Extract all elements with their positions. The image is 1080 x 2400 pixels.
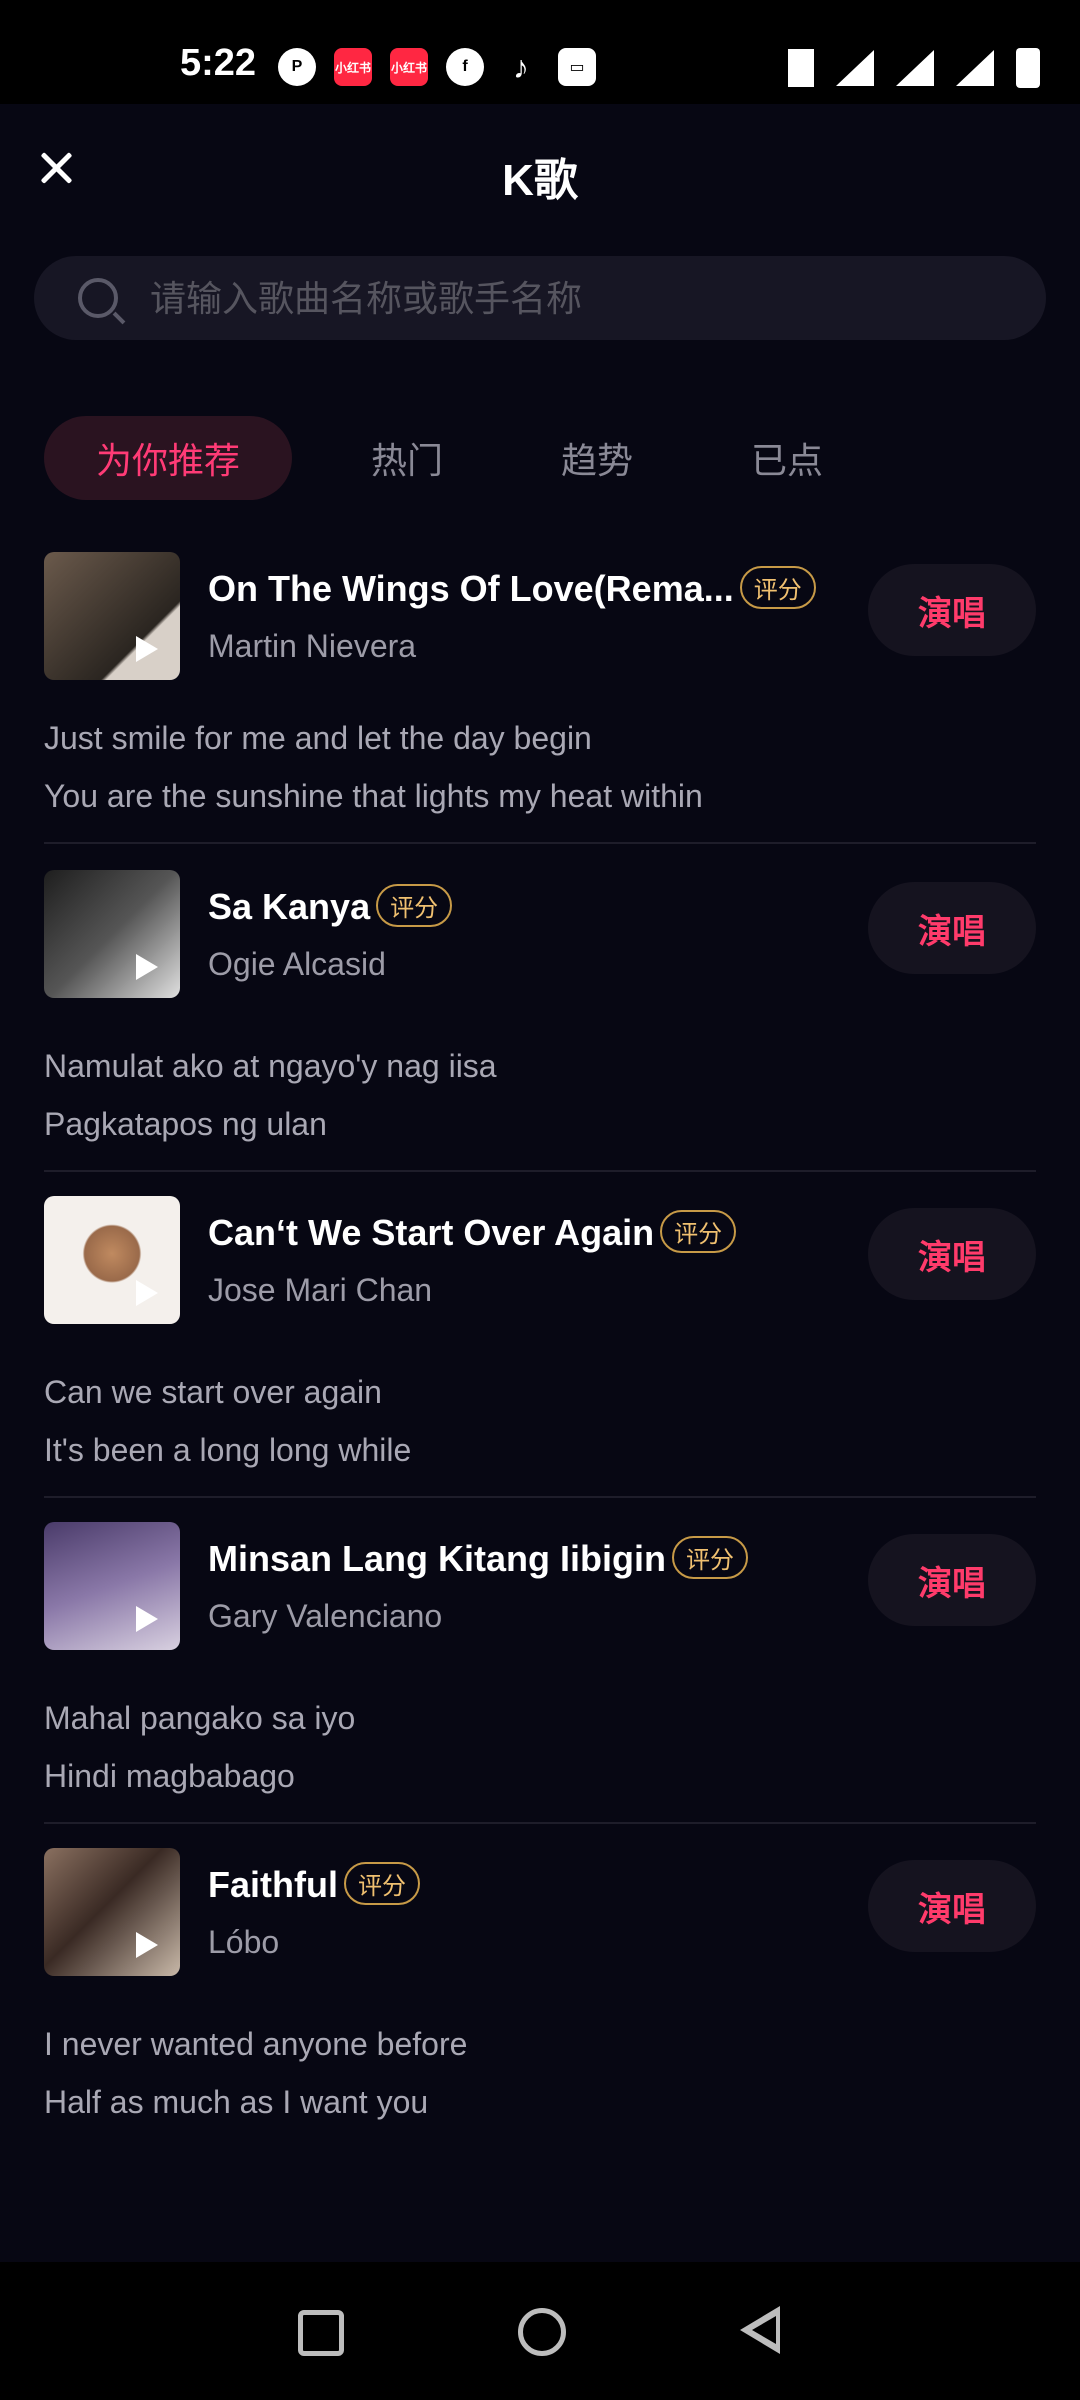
lyric-line: Mahal pangako sa iyo [44, 1700, 356, 1736]
song-item: Faithful 评分 Lóbo 演唱 I never wanted anyone… [44, 1848, 1036, 2128]
song-item: On The Wings Of Love(Rema... 评分 Martin Ni… [44, 552, 1036, 844]
p-icon: P [278, 48, 316, 86]
lyric-line: Pagkatapos ng ulan [44, 1106, 327, 1142]
signal-icon [896, 50, 934, 86]
search-icon [78, 278, 118, 318]
header: K歌 [0, 104, 1080, 244]
sing-button[interactable]: 演唱 [868, 1860, 1036, 1952]
song-title: On The Wings Of Love(Rema... 评分 [208, 565, 816, 613]
score-badge[interactable]: 评分 [376, 883, 453, 927]
play-icon[interactable] [136, 636, 158, 662]
xiaohongshu-icon: 小红书 [390, 48, 428, 86]
home-icon[interactable] [518, 2308, 566, 2356]
artist-name: Martin Nievera [208, 628, 417, 664]
wifi-icon [836, 50, 874, 86]
tab-bar: 为你推荐 热门 趋势 已点 [44, 416, 882, 500]
artist-name: Ogie Alcasid [208, 946, 386, 982]
search-input[interactable] [148, 272, 1012, 326]
tab-requested[interactable]: 已点 [692, 416, 882, 500]
search-bar[interactable] [34, 256, 1046, 340]
artist-name: Gary Valenciano [208, 1598, 443, 1634]
lyric-line: You are the sunshine that lights my heat… [44, 778, 703, 814]
album-cover[interactable] [44, 1522, 180, 1650]
xiaohongshu-icon: 小红书 [334, 48, 372, 86]
lyric-line: Can we start over again [44, 1374, 382, 1410]
play-icon[interactable] [136, 1606, 158, 1632]
lyric-line: Hindi magbabago [44, 1758, 295, 1794]
album-cover[interactable] [44, 1848, 180, 1976]
recents-icon[interactable] [298, 2310, 344, 2356]
album-cover[interactable] [44, 1196, 180, 1324]
page-title: K歌 [502, 156, 578, 205]
wallet-icon: ▭ [558, 48, 596, 86]
tiktok-icon: ♪ [513, 48, 529, 85]
facebook-icon: f [446, 48, 484, 86]
artist-name: Lóbo [208, 1924, 280, 1960]
lyric-line: Namulat ako at ngayo'y nag iisa [44, 1048, 497, 1084]
song-title: Can‘t We Start Over Again 评分 [208, 1209, 737, 1257]
divider [44, 1170, 1036, 1172]
score-badge[interactable]: 评分 [739, 565, 816, 609]
score-badge[interactable]: 评分 [660, 1209, 737, 1253]
album-cover[interactable] [44, 870, 180, 998]
artist-name: Jose Mari Chan [208, 1272, 433, 1308]
battery-charging-icon [1016, 48, 1040, 88]
system-nav-bar [0, 2262, 1080, 2400]
status-time: 5:22 [180, 42, 257, 84]
song-title: Sa Kanya 评分 [208, 883, 453, 931]
divider [44, 1822, 1036, 1824]
song-title: Faithful 评分 [208, 1861, 420, 1909]
score-badge[interactable]: 评分 [671, 1535, 748, 1579]
sing-button[interactable]: 演唱 [868, 1208, 1036, 1300]
album-cover[interactable] [44, 552, 180, 680]
song-item: Can‘t We Start Over Again 评分 Jose Mari Ch… [44, 1196, 1036, 1498]
song-item: Minsan Lang Kitang Iibigin 评分 Gary Valenc… [44, 1522, 1036, 1824]
lyric-line: Just smile for me and let the day begin [44, 720, 592, 756]
tab-recommended[interactable]: 为你推荐 [44, 416, 292, 500]
lyric-line: I never wanted anyone before [44, 2026, 468, 2062]
song-item: Sa Kanya 评分 Ogie Alcasid 演唱 Namulat ako a… [44, 870, 1036, 1172]
notification-icons: P 小红书 小红书 f ♪ ▭ [278, 48, 596, 86]
sing-button[interactable]: 演唱 [868, 1534, 1036, 1626]
vibrate-icon [788, 49, 814, 87]
song-title: Minsan Lang Kitang Iibigin 评分 [208, 1535, 748, 1583]
divider [44, 842, 1036, 844]
play-icon[interactable] [136, 1280, 158, 1306]
tab-trending[interactable]: 趋势 [502, 416, 692, 500]
sing-button[interactable]: 演唱 [868, 882, 1036, 974]
lyric-line: Half as much as I want you [44, 2084, 429, 2120]
system-icons [788, 48, 1040, 88]
play-icon[interactable] [136, 954, 158, 980]
sing-button[interactable]: 演唱 [868, 564, 1036, 656]
status-bar: 5:22 P 小红书 小红书 f ♪ ▭ [0, 0, 1080, 104]
signal-icon [956, 50, 994, 86]
lyric-line: It's been a long long while [44, 1432, 412, 1468]
score-badge[interactable]: 评分 [343, 1861, 420, 1905]
play-icon[interactable] [136, 1932, 158, 1958]
back-icon-inner [752, 2316, 776, 2344]
divider [44, 1496, 1036, 1498]
tab-hot[interactable]: 热门 [312, 416, 502, 500]
